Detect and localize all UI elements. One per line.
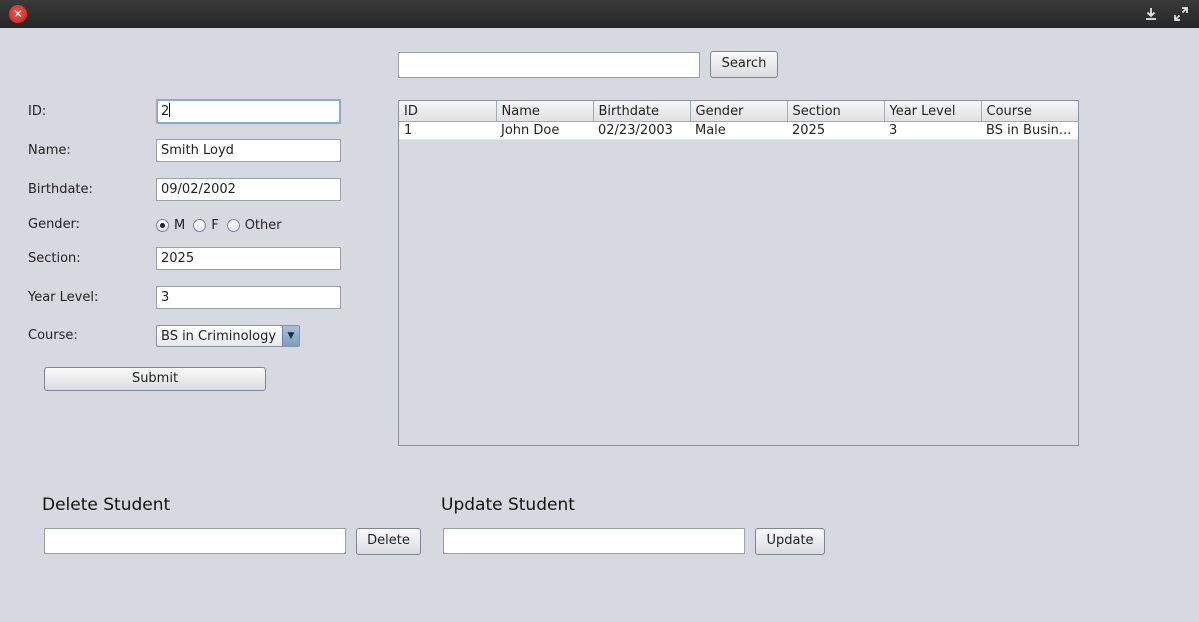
section-label: Section:	[28, 251, 81, 266]
gender-option-m-label[interactable]: M	[174, 218, 185, 233]
column-header-year-level[interactable]: Year Level	[884, 101, 982, 122]
gender-radio-f[interactable]	[193, 218, 207, 232]
course-dropdown-value: BS in Criminology	[161, 329, 277, 344]
name-field-value: Smith Loyd	[161, 143, 234, 158]
gender-option-other-label[interactable]: Other	[245, 218, 282, 233]
submit-button[interactable]: Submit	[44, 367, 266, 391]
year-level-field[interactable]: 3	[156, 286, 341, 309]
minimize-icon[interactable]	[1143, 6, 1159, 22]
students-table[interactable]: ID Name Birthdate Gender Section Year Le…	[398, 100, 1079, 446]
chevron-down-icon[interactable]: ▼	[282, 326, 299, 346]
year-level-field-value: 3	[161, 290, 170, 305]
table-cell: 3	[884, 121, 981, 140]
gender-radio-m[interactable]	[156, 218, 169, 232]
search-input[interactable]	[398, 52, 700, 78]
column-header-course[interactable]: Course	[981, 101, 1078, 122]
update-student-title: Update Student	[441, 495, 575, 515]
students-table-grid: ID Name Birthdate Gender Section Year Le…	[399, 101, 1078, 140]
delete-student-title: Delete Student	[42, 495, 171, 515]
course-label: Course:	[28, 328, 78, 343]
table-cell: 1	[399, 121, 496, 140]
section-field[interactable]: 2025	[156, 247, 341, 270]
section-field-value: 2025	[161, 251, 195, 266]
search-button[interactable]: Search	[710, 51, 778, 78]
column-header-birthdate[interactable]: Birthdate	[593, 101, 691, 122]
name-label: Name:	[28, 143, 71, 158]
gender-radio-group: M F Other	[156, 217, 290, 233]
id-label: ID:	[28, 104, 47, 119]
course-dropdown[interactable]: BS in Criminology ▼	[156, 325, 300, 347]
table-row[interactable]: 1 John Doe 02/23/2003 Male 2025 3 BS in …	[399, 121, 1078, 140]
text-caret	[169, 103, 171, 117]
column-header-id[interactable]: ID	[399, 101, 497, 122]
update-id-input[interactable]	[443, 528, 745, 554]
id-field-value: 2	[161, 104, 170, 119]
birthdate-field[interactable]: 09/02/2002	[156, 178, 341, 201]
id-field[interactable]: 2	[156, 99, 341, 124]
column-header-name[interactable]: Name	[496, 101, 594, 122]
delete-id-input[interactable]	[44, 528, 346, 554]
table-header-row: ID Name Birthdate Gender Section Year Le…	[399, 101, 1078, 122]
gender-radio-other[interactable]	[226, 218, 240, 232]
year-level-label: Year Level:	[28, 290, 99, 305]
delete-button[interactable]: Delete	[356, 528, 421, 555]
gender-label: Gender:	[28, 217, 81, 232]
maximize-icon[interactable]	[1173, 6, 1189, 22]
table-cell: 02/23/2003	[593, 121, 690, 140]
column-header-section[interactable]: Section	[787, 101, 885, 122]
name-field[interactable]: Smith Loyd	[156, 139, 341, 162]
table-cell: BS in Busin...	[981, 121, 1078, 140]
table-cell: 2025	[787, 121, 884, 140]
table-cell: Male	[690, 121, 787, 140]
window-titlebar: ✕	[0, 0, 1199, 28]
table-cell: John Doe	[496, 121, 593, 140]
update-button[interactable]: Update	[755, 528, 825, 555]
gender-option-f-label[interactable]: F	[211, 218, 218, 233]
birthdate-field-value: 09/02/2002	[161, 182, 236, 197]
column-header-gender[interactable]: Gender	[690, 101, 788, 122]
close-icon[interactable]: ✕	[9, 5, 27, 23]
birthdate-label: Birthdate:	[28, 182, 93, 197]
